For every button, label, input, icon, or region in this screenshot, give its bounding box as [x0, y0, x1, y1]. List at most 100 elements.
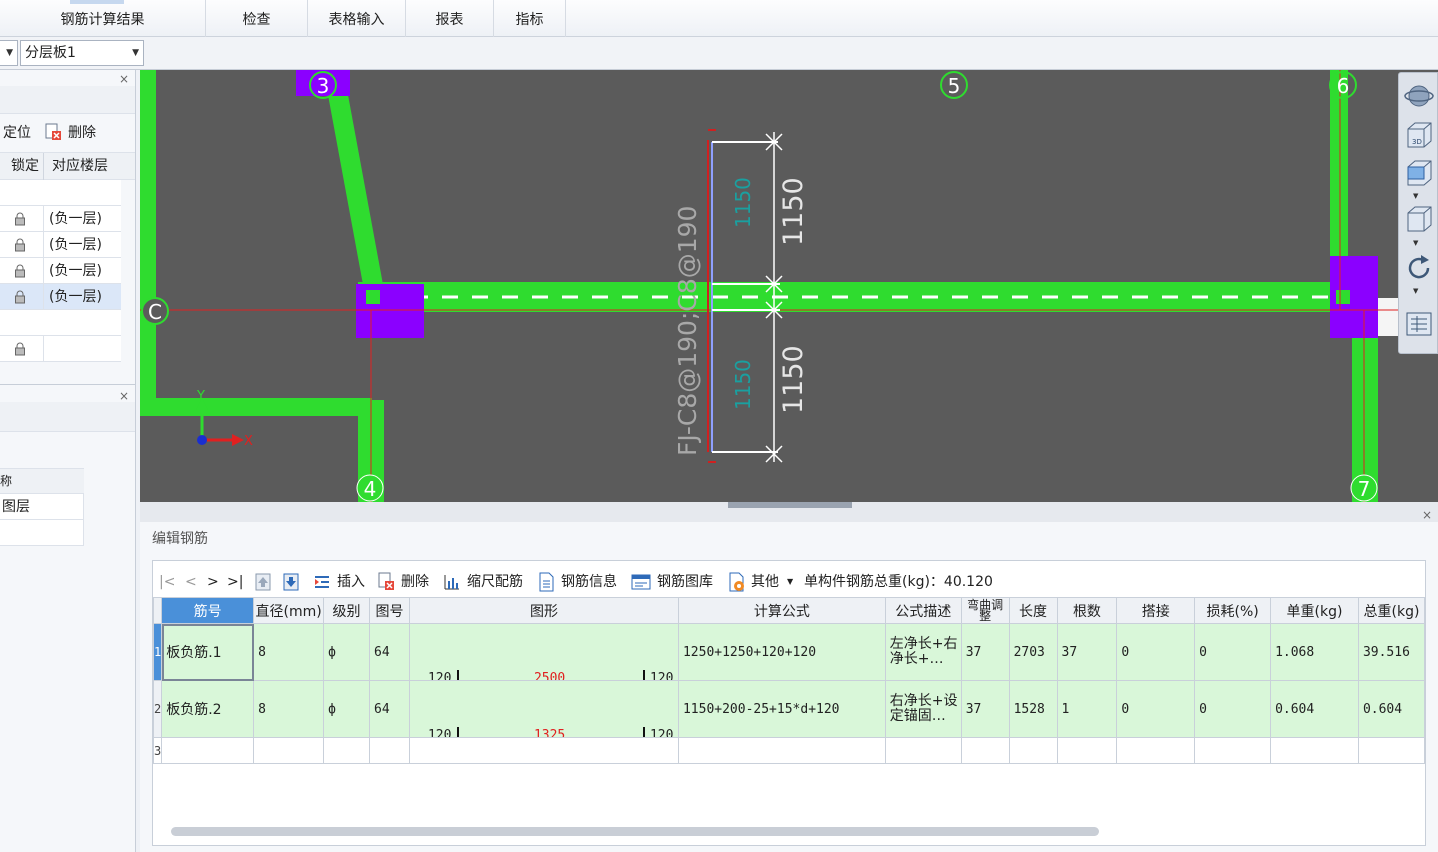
cell-empty[interactable] — [1116, 737, 1196, 764]
top-view-icon[interactable] — [1403, 157, 1435, 191]
col-header-count[interactable]: 根数 — [1056, 597, 1118, 624]
cell-grade[interactable]: ф — [323, 623, 370, 681]
cell-empty[interactable] — [323, 737, 370, 764]
other-button[interactable]: 其他 — [751, 571, 779, 593]
cell-empty[interactable] — [369, 737, 410, 764]
cad-viewport[interactable]: 1150 1150 1150 1150 FJ-C8@190;C8@190 3 5… — [140, 70, 1438, 502]
cad-drawing[interactable]: 1150 1150 1150 1150 FJ-C8@190;C8@190 3 5… — [140, 70, 1438, 502]
close-icon[interactable]: × — [119, 389, 129, 403]
col-header-diameter[interactable]: 直径(mm) — [253, 597, 325, 624]
cell-shape[interactable]: 120 1325 120 — [408, 680, 679, 738]
cell-empty[interactable] — [408, 737, 679, 764]
row-number[interactable]: 3 — [152, 737, 163, 764]
tab-check[interactable]: 检查 — [206, 0, 308, 37]
chevron-down-icon[interactable]: ▼ — [1413, 287, 1418, 295]
move-down-icon[interactable] — [283, 573, 299, 591]
nav-prev-button[interactable]: < — [185, 571, 197, 593]
cell-empty[interactable] — [1270, 737, 1359, 764]
col-header-formula[interactable]: 计算公式 — [677, 597, 886, 624]
cell-diameter[interactable]: 8 — [253, 680, 325, 738]
cell-loss[interactable]: 0 — [1194, 623, 1272, 681]
layer-item[interactable]: 图层 — [0, 494, 84, 520]
rotate-icon[interactable] — [1403, 251, 1435, 285]
chevron-down-icon[interactable]: ▼ — [787, 571, 793, 593]
cell-lap[interactable]: 0 — [1116, 623, 1196, 681]
grip-point[interactable] — [366, 290, 380, 304]
cell-empty[interactable] — [1056, 737, 1118, 764]
cell-bar-no[interactable]: 板负筋.2 — [161, 680, 255, 738]
other-icon[interactable] — [727, 572, 745, 592]
delete-button[interactable]: 删除 — [68, 122, 96, 142]
layer-row[interactable]: (负一层) — [0, 232, 121, 258]
tab-indicator[interactable]: 指标 — [494, 0, 566, 37]
cell-bend-adjust[interactable]: 37 — [960, 680, 1010, 738]
list-item[interactable] — [0, 310, 121, 336]
col-header-bar-no[interactable]: 筋号 — [161, 597, 255, 624]
scale-rebar-button[interactable]: 缩尺配筋 — [467, 571, 523, 593]
table-row[interactable]: 2 板负筋.2 8 ф 64 120 1325 120 1150+200-25+… — [152, 680, 1426, 738]
col-header-unit-weight[interactable]: 单重(kg) — [1270, 597, 1359, 624]
horizontal-scrollbar[interactable] — [171, 827, 1099, 836]
cell-empty[interactable] — [253, 737, 325, 764]
grip-point[interactable] — [1336, 290, 1350, 304]
cell-count[interactable]: 1 — [1056, 680, 1118, 738]
cell-empty[interactable] — [1194, 737, 1272, 764]
type-dropdown[interactable]: ▼ — [0, 40, 18, 66]
cell-formula-desc[interactable]: 左净长+右净长+… — [884, 623, 962, 681]
cell-length[interactable]: 2703 — [1008, 623, 1058, 681]
table-row[interactable]: 1 板负筋.1 8 ф 64 120 2500 120 1250+1250+12… — [152, 623, 1426, 681]
scale-rebar-icon[interactable] — [443, 573, 461, 591]
layer-combo[interactable]: 分层板1 ▼ — [20, 40, 144, 66]
list-item[interactable] — [0, 180, 121, 206]
cell-count[interactable]: 37 — [1056, 623, 1118, 681]
cell-diameter[interactable]: 8 — [253, 623, 325, 681]
rebar-info-button[interactable]: 钢筋信息 — [561, 571, 617, 593]
delete-row-button[interactable]: 删除 — [401, 571, 429, 593]
cell-formula[interactable]: 1150+200-25+15*d+120 — [677, 680, 886, 738]
cell-empty[interactable] — [960, 737, 1010, 764]
cell-unit-weight[interactable]: 1.068 — [1270, 623, 1359, 681]
table-row-empty[interactable]: 3 — [152, 737, 1426, 764]
locate-button[interactable]: 定位 — [3, 122, 31, 142]
cell-unit-weight[interactable]: 0.604 — [1270, 680, 1359, 738]
layer-row-selected[interactable]: (负一层) — [0, 284, 121, 310]
close-icon[interactable]: × — [1422, 508, 1432, 522]
rebar-library-button[interactable]: 钢筋图库 — [657, 571, 713, 593]
chevron-down-icon[interactable]: ▼ — [1413, 239, 1418, 247]
insert-button[interactable]: 插入 — [337, 571, 365, 593]
cell-empty[interactable] — [161, 737, 255, 764]
rebar-library-icon[interactable] — [631, 573, 651, 591]
tab-rebar-results[interactable]: 钢筋计算结果 — [0, 0, 206, 37]
orbit-icon[interactable] — [1403, 79, 1435, 113]
cell-empty[interactable] — [884, 737, 962, 764]
move-up-icon[interactable] — [255, 573, 271, 591]
cell-lap[interactable]: 0 — [1116, 680, 1196, 738]
front-view-icon[interactable] — [1403, 203, 1435, 237]
col-header-lap[interactable]: 搭接 — [1116, 597, 1196, 624]
row-number[interactable]: 1 — [152, 623, 163, 681]
cell-empty[interactable] — [1008, 737, 1058, 764]
nav-first-button[interactable]: |< — [159, 571, 175, 593]
cell-bend-adjust[interactable]: 37 — [960, 623, 1010, 681]
col-header-figure-no[interactable]: 图号 — [369, 597, 410, 624]
display-settings-icon[interactable] — [1403, 307, 1435, 341]
rebar-info-icon[interactable] — [537, 572, 555, 592]
cell-grade[interactable]: ф — [323, 680, 370, 738]
col-header-formula-desc[interactable]: 公式描述 — [884, 597, 962, 624]
cell-formula-desc[interactable]: 右净长+设定锚固… — [884, 680, 962, 738]
3d-view-icon[interactable]: 3D — [1403, 119, 1435, 153]
list-item[interactable] — [0, 520, 84, 546]
cell-bar-no[interactable]: 板负筋.1 — [161, 623, 255, 681]
col-header-loss[interactable]: 损耗(%) — [1194, 597, 1272, 624]
layer-row[interactable] — [0, 336, 121, 362]
cell-shape[interactable]: 120 2500 120 — [408, 623, 679, 681]
nav-next-button[interactable]: > — [207, 571, 219, 593]
delete-icon[interactable] — [44, 123, 62, 141]
layer-row[interactable]: (负一层) — [0, 206, 121, 232]
row-number[interactable]: 2 — [152, 680, 163, 738]
cell-total-weight[interactable]: 39.516 — [1357, 623, 1426, 681]
cell-empty[interactable] — [677, 737, 886, 764]
cell-figure-no[interactable]: 64 — [369, 680, 410, 738]
insert-icon[interactable] — [313, 573, 331, 591]
layer-row[interactable]: (负一层) — [0, 258, 121, 284]
